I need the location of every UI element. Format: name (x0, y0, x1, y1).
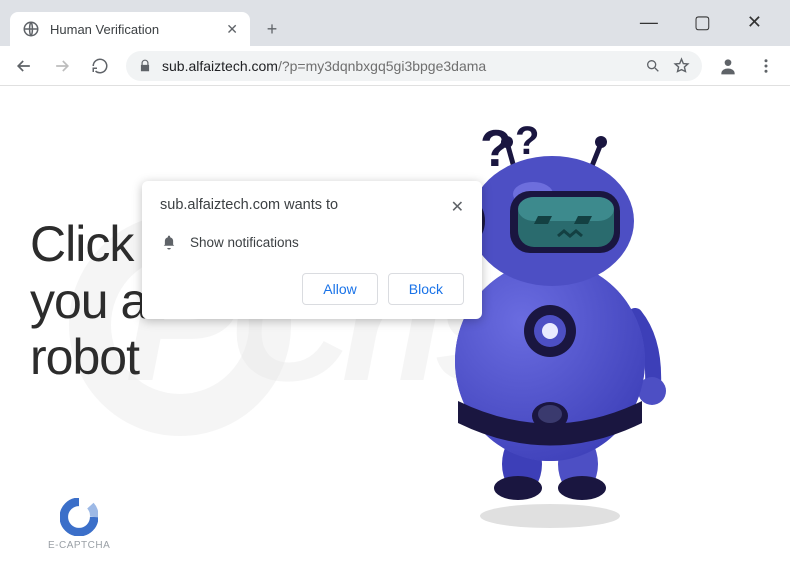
menu-button[interactable] (750, 50, 782, 82)
plus-icon: + (267, 19, 278, 40)
reload-icon (91, 57, 109, 75)
arrow-right-icon (52, 56, 72, 76)
address-bar[interactable]: sub.alfaiztech.com/?p=my3dqnbxgq5gi3bpge… (126, 51, 702, 81)
browser-tab[interactable]: Human Verification ✕ (10, 12, 250, 46)
browser-toolbar: sub.alfaiztech.com/?p=my3dqnbxgq5gi3bpge… (0, 46, 790, 86)
tab-close-button[interactable]: ✕ (226, 21, 238, 38)
maximize-button[interactable]: ▢ (694, 12, 711, 33)
reload-button[interactable] (84, 50, 116, 82)
kebab-icon (757, 57, 775, 75)
back-button[interactable] (8, 50, 40, 82)
profile-button[interactable] (712, 50, 744, 82)
close-window-button[interactable]: ✕ (747, 12, 762, 33)
url-text: sub.alfaiztech.com/?p=my3dqnbxgq5gi3bpge… (162, 58, 634, 74)
allow-button[interactable]: Allow (302, 273, 377, 305)
minimize-button[interactable]: — (640, 12, 658, 33)
window-controls: — ▢ ✕ (640, 0, 790, 44)
lock-icon (138, 59, 152, 73)
arrow-left-icon (14, 56, 34, 76)
bell-icon (160, 233, 178, 251)
tab-title: Human Verification (50, 22, 216, 37)
bookmark-star-icon[interactable] (672, 57, 690, 75)
robot-illustration: ? ? (390, 116, 690, 536)
block-button[interactable]: Block (388, 273, 464, 305)
forward-button[interactable] (46, 50, 78, 82)
prompt-capability-text: Show notifications (190, 235, 299, 250)
url-host: sub.alfaiztech.com (162, 58, 278, 74)
zoom-icon[interactable] (644, 57, 662, 75)
captcha-c-icon (60, 498, 98, 536)
new-tab-button[interactable]: + (258, 15, 286, 43)
svg-text:?: ? (515, 119, 539, 163)
captcha-label: E-CAPTCHA (48, 540, 110, 551)
globe-icon (22, 20, 40, 38)
prompt-origin-text: sub.alfaiztech.com wants to (160, 197, 338, 213)
person-icon (718, 56, 738, 76)
prompt-close-button[interactable]: ✕ (451, 197, 464, 217)
url-path: /?p=my3dqnbxgq5gi3bpge3dama (278, 58, 486, 74)
captcha-badge: E-CAPTCHA (48, 498, 110, 551)
notification-permission-prompt: sub.alfaiztech.com wants to ✕ Show notif… (142, 181, 482, 319)
page-content: PCrisk Click Allow if you are not a robo… (0, 86, 790, 573)
